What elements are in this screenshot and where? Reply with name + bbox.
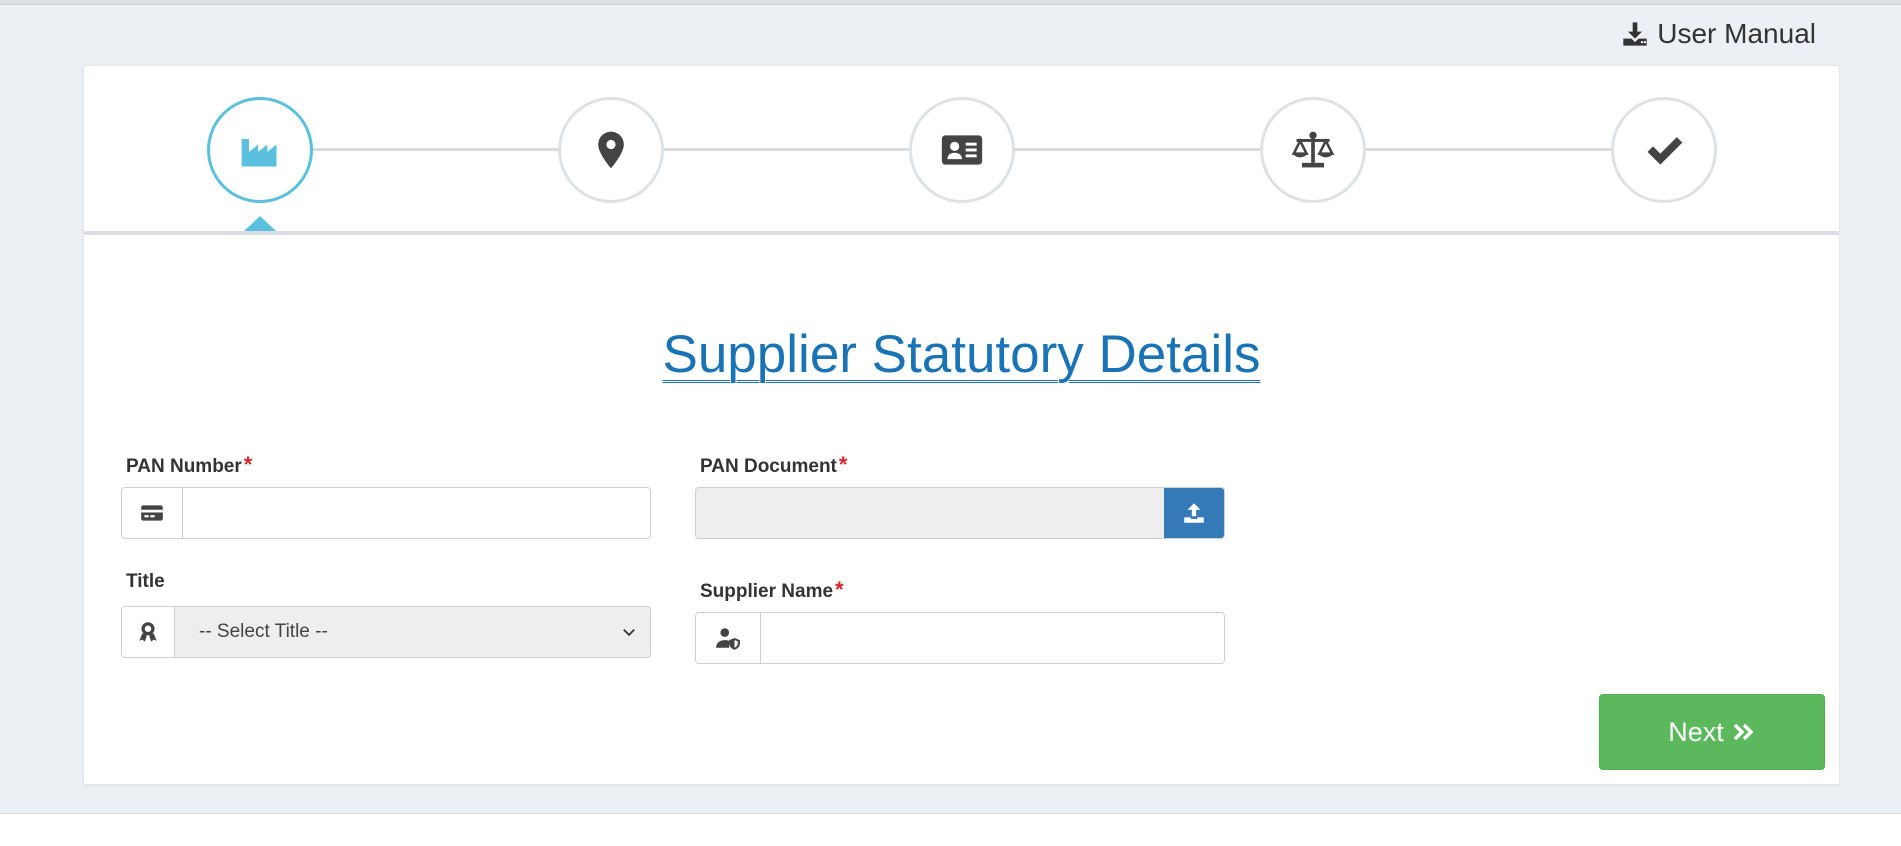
wizard-card: Supplier Statutory Details PAN Number* P… [83, 65, 1840, 785]
supplier-name-group [695, 612, 1225, 664]
next-button-label: Next [1668, 716, 1724, 747]
pan-document-label: PAN Document* [700, 452, 848, 477]
step-connector [1363, 148, 1614, 151]
pan-number-label: PAN Number* [126, 452, 253, 477]
step-statutory[interactable] [1260, 97, 1366, 203]
step-connector [661, 148, 912, 151]
step-connector [310, 148, 561, 151]
user-manual-label: User Manual [1657, 18, 1816, 49]
step-address[interactable] [558, 97, 664, 203]
balance-scale-icon [1291, 131, 1335, 168]
supplier-name-input[interactable] [761, 613, 1224, 663]
active-step-indicator [244, 216, 276, 231]
download-icon [1623, 22, 1647, 46]
chevron-down-icon [623, 629, 635, 637]
title-addon [122, 607, 175, 657]
step-confirm[interactable] [1611, 97, 1717, 203]
pan-document-upload-button[interactable] [1164, 488, 1224, 538]
title-select[interactable]: -- Select Title -- [175, 607, 650, 657]
pan-number-group [121, 487, 651, 539]
upload-icon [1184, 503, 1204, 523]
user-manual-link[interactable]: User Manual [1621, 18, 1816, 50]
step-company[interactable] [207, 97, 313, 203]
award-icon [139, 622, 157, 642]
page-title: Supplier Statutory Details [662, 325, 1261, 384]
pan-number-addon [122, 488, 183, 538]
top-border [0, 0, 1901, 5]
title-label: Title [126, 571, 165, 592]
next-button[interactable]: Next [1599, 694, 1825, 770]
step-connector [1012, 148, 1263, 151]
pan-document-group [695, 487, 1225, 539]
user-shield-icon [716, 628, 740, 650]
title-group: -- Select Title -- [121, 606, 651, 658]
pan-document-input[interactable] [696, 488, 1164, 538]
step-contact[interactable] [909, 97, 1015, 203]
pan-number-input[interactable] [183, 488, 650, 538]
check-icon [1647, 137, 1683, 165]
double-chevron-right-icon [1733, 723, 1754, 741]
page-footer-strip [0, 813, 1901, 846]
supplier-name-addon [696, 613, 761, 663]
stepper [84, 66, 1839, 235]
map-marker-icon [598, 131, 624, 169]
factory-icon [241, 139, 277, 167]
address-card-icon [941, 135, 983, 165]
credit-card-icon [141, 505, 163, 521]
title-select-value: -- Select Title -- [199, 621, 328, 642]
supplier-name-label: Supplier Name* [700, 577, 844, 602]
